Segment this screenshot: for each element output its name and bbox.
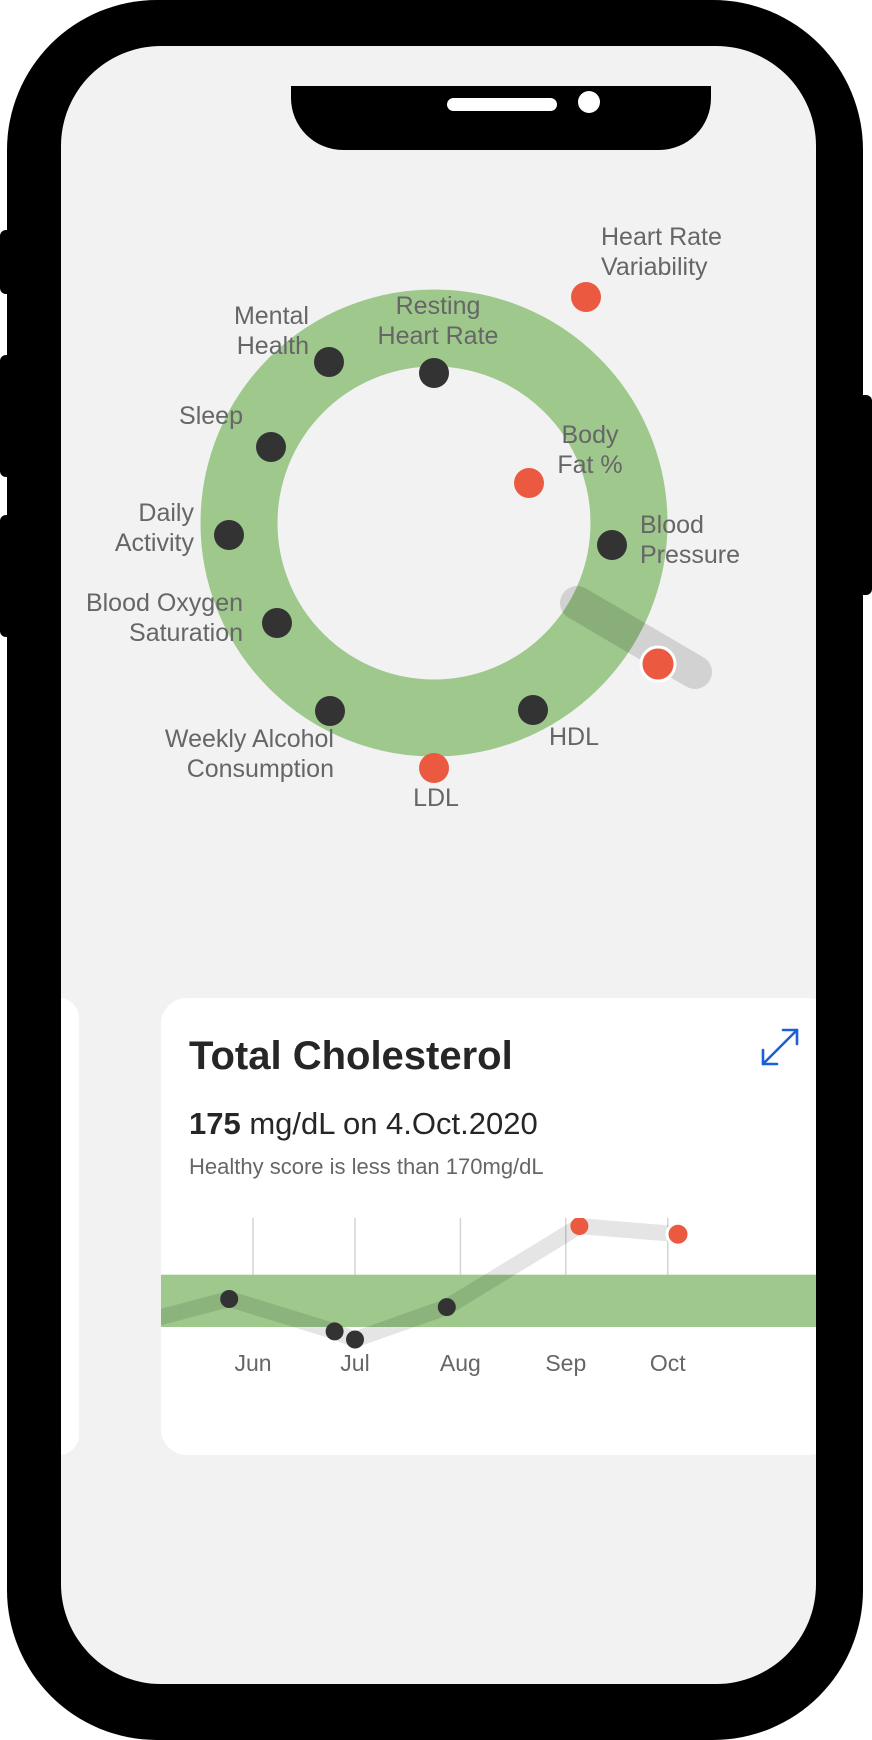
data-point-may-25[interactable] xyxy=(220,1290,239,1308)
x-tick-oct: Oct xyxy=(650,1350,686,1376)
metric-marker-resting-heart-rate[interactable] xyxy=(419,358,449,388)
metric-marker-daily-activity[interactable] xyxy=(214,520,244,550)
expand-arrows-icon xyxy=(761,1028,799,1066)
speaker-grille xyxy=(447,98,557,111)
reading-unit-date: mg/dL on 4.Oct.2020 xyxy=(240,1106,538,1141)
data-point-jun-25[interactable] xyxy=(325,1322,344,1341)
metric-marker-sleep[interactable] xyxy=(256,432,286,462)
metric-label-sleep[interactable]: Sleep xyxy=(179,402,243,430)
cholesterol-trend-chart: Jun Jul Aug Sep Oct xyxy=(161,1218,816,1376)
metric-label-blood-oxygen-saturation[interactable]: Blood Oxygen Saturation xyxy=(86,589,243,647)
volume-down-button xyxy=(0,515,14,637)
metric-card[interactable]: Total Cholesterol 175 mg/dL on 4.Oct.202… xyxy=(161,998,816,1455)
metric-marker-hdl[interactable] xyxy=(518,695,548,725)
x-tick-jul: Jul xyxy=(340,1350,369,1376)
data-point-jul-1[interactable] xyxy=(346,1330,364,1349)
metric-label-ldl[interactable]: LDL xyxy=(413,784,459,812)
metric-label-mental-health[interactable]: Mental Health xyxy=(234,302,309,360)
metric-label-heart-rate-variability[interactable]: Heart Rate Variability xyxy=(601,223,722,281)
x-tick-jun: Jun xyxy=(234,1350,271,1376)
volume-up-button xyxy=(0,355,14,477)
metric-label-weekly-alcohol-consumption[interactable]: Weekly Alcohol Consumption xyxy=(165,725,334,783)
current-reading: 175 mg/dL on 4.Oct.2020 xyxy=(189,1106,538,1142)
mute-switch xyxy=(0,230,14,294)
metric-marker-weekly-alcohol-consumption[interactable] xyxy=(315,696,345,726)
previous-card-peek[interactable] xyxy=(61,998,79,1455)
card-title: Total Cholesterol xyxy=(189,1034,513,1078)
x-tick-sep: Sep xyxy=(545,1350,586,1376)
metric-marker-blood-pressure[interactable] xyxy=(597,530,627,560)
expand-button[interactable] xyxy=(753,1020,807,1074)
front-camera xyxy=(578,91,600,113)
health-ring-chart: Heart Rate VariabilityResting Heart RateMe… xyxy=(86,223,740,812)
metric-marker-mental-health[interactable] xyxy=(314,347,344,377)
power-button xyxy=(858,395,872,595)
metric-marker-heart-rate-variability[interactable] xyxy=(571,282,601,312)
app-screen: Heart Rate Variability Resting Heart Rate Me… xyxy=(61,46,816,1684)
healthy-range-note: Healthy score is less than 170mg/dL xyxy=(189,1154,544,1179)
data-point-jul-28[interactable] xyxy=(437,1298,456,1317)
data-point-oct-4[interactable] xyxy=(665,1221,691,1247)
notch xyxy=(291,86,711,150)
metric-marker-body-fat[interactable] xyxy=(514,468,544,498)
reading-value: 175 xyxy=(189,1106,241,1141)
metric-marker-ldl[interactable] xyxy=(419,753,449,783)
metric-label-hdl[interactable]: HDL xyxy=(549,723,599,751)
metric-marker-blood-oxygen-saturation[interactable] xyxy=(262,608,292,638)
x-tick-aug: Aug xyxy=(440,1350,481,1376)
metric-label-daily-activity[interactable]: Daily Activity xyxy=(115,499,195,557)
selected-metric-marker-total-cholesterol[interactable] xyxy=(639,645,677,683)
